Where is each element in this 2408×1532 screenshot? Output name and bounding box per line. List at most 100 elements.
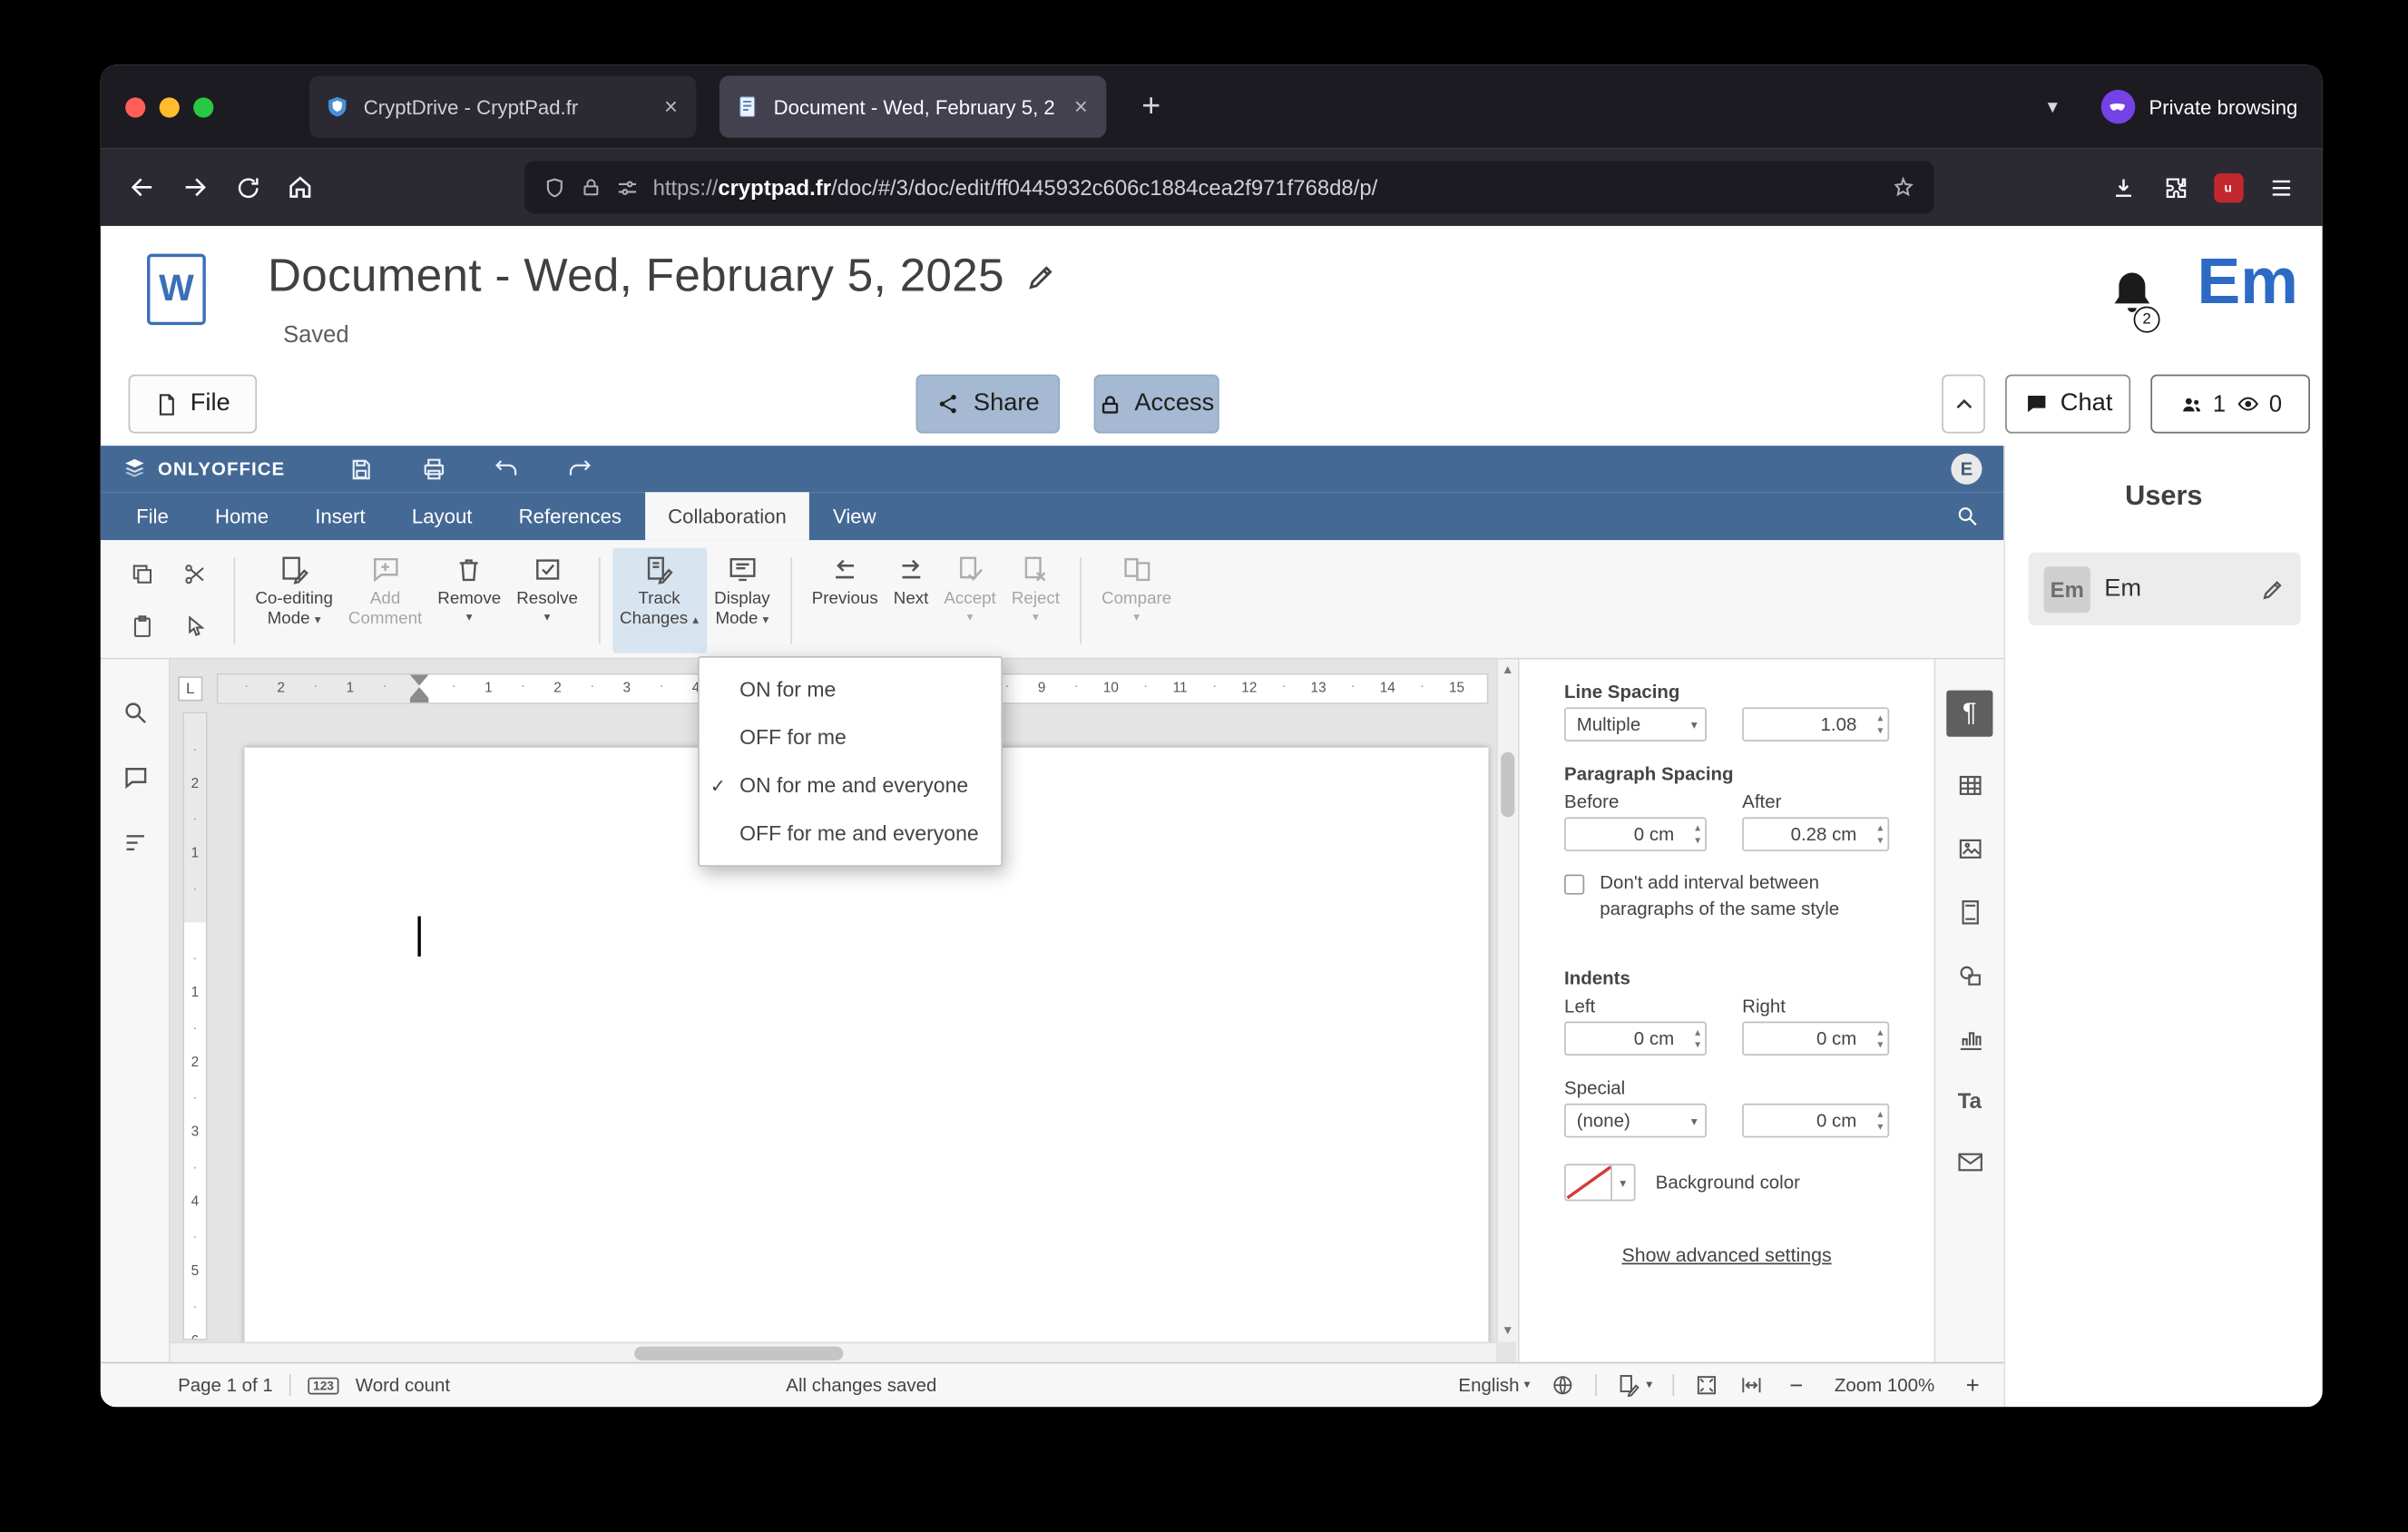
menu-item-off-for-me[interactable]: OFF for me: [700, 713, 1002, 761]
file-button[interactable]: File: [128, 374, 257, 434]
line-spacing-select[interactable]: Multiple ▾: [1564, 707, 1707, 741]
document-title[interactable]: Document - Wed, February 5, 2025: [268, 250, 1004, 303]
spin-up-icon[interactable]: ▴: [1877, 1027, 1883, 1040]
vertical-ruler[interactable]: 1 · 2 · · 1 · 2 · 3 · 4 · 5 · 6 ·: [182, 712, 208, 1340]
image-settings-icon[interactable]: [1955, 834, 1984, 863]
reload-icon[interactable]: [221, 161, 274, 213]
permissions-icon[interactable]: [616, 176, 640, 200]
editor-user-avatar[interactable]: E: [1951, 453, 1982, 485]
coediting-mode-button[interactable]: Co-editing Mode ▾: [248, 548, 341, 653]
extensions-icon[interactable]: [2149, 161, 2202, 213]
close-tab-icon[interactable]: ×: [1071, 92, 1091, 121]
fit-width-icon[interactable]: [1739, 1373, 1764, 1398]
edit-title-pencil-icon[interactable]: [1026, 261, 1057, 292]
page-indicator[interactable]: Page 1 of 1: [178, 1374, 273, 1396]
print-icon[interactable]: [406, 450, 459, 487]
special-select[interactable]: (none) ▾: [1564, 1103, 1707, 1138]
word-count-label[interactable]: Word count: [356, 1374, 450, 1396]
url-bar[interactable]: https://cryptpad.fr/doc/#/3/doc/edit/ff0…: [524, 161, 1934, 214]
tab-cryptdrive[interactable]: CryptDrive - CryptPad.fr ×: [309, 75, 697, 138]
zoom-in-button[interactable]: +: [1961, 1372, 1985, 1399]
background-color-picker[interactable]: ▾: [1564, 1164, 1636, 1202]
zoom-level[interactable]: Zoom 100%: [1829, 1374, 1941, 1396]
downloads-icon[interactable]: [2097, 161, 2149, 213]
spacing-after-spinner[interactable]: 0.28 cm ▴ ▾: [1742, 817, 1890, 851]
user-list-item[interactable]: Em Em: [2028, 552, 2301, 625]
left-indent-marker[interactable]: [409, 698, 429, 703]
comments-panel-icon[interactable]: [122, 764, 148, 791]
share-button[interactable]: Share: [915, 374, 1061, 434]
save-icon[interactable]: [334, 450, 387, 487]
vertical-scroll-thumb[interactable]: [1501, 751, 1515, 818]
line-spacing-spinner[interactable]: 1.08 ▴ ▾: [1742, 707, 1890, 741]
chart-settings-icon[interactable]: [1955, 1025, 1984, 1054]
hanging-indent-marker[interactable]: [409, 687, 429, 699]
spin-down-icon[interactable]: ▾: [1695, 836, 1700, 849]
adblock-icon[interactable]: u: [2202, 161, 2255, 213]
menu-icon[interactable]: [2255, 161, 2307, 213]
menu-item-off-for-everyone[interactable]: OFF for me and everyone: [700, 810, 1002, 858]
advanced-settings-link[interactable]: Show advanced settings: [1520, 1244, 1934, 1266]
paragraph-settings-icon[interactable]: ¶: [1946, 690, 1993, 737]
menu-tab-references[interactable]: References: [495, 492, 645, 540]
next-change-button[interactable]: Next: [886, 548, 936, 653]
menu-tab-collaboration[interactable]: Collaboration: [644, 492, 810, 541]
close-window-button[interactable]: [125, 96, 146, 117]
spin-down-icon[interactable]: ▾: [1877, 726, 1883, 739]
spin-up-icon[interactable]: ▴: [1877, 823, 1883, 836]
collapse-toolbar-button[interactable]: [1942, 374, 1985, 434]
scroll-up-arrow[interactable]: ▲: [1498, 661, 1516, 679]
reject-button[interactable]: Reject ▾: [1003, 548, 1067, 653]
menu-tab-home[interactable]: Home: [191, 492, 291, 540]
text-art-settings-icon[interactable]: Ta: [1958, 1088, 1982, 1113]
table-settings-icon[interactable]: [1955, 771, 1984, 800]
remove-button[interactable]: Remove ▾: [430, 548, 509, 653]
select-all-icon[interactable]: [169, 601, 221, 653]
undo-icon[interactable]: [480, 450, 533, 487]
scroll-down-arrow[interactable]: ▼: [1498, 1321, 1516, 1340]
zoom-out-button[interactable]: −: [1784, 1372, 1808, 1399]
previous-change-button[interactable]: Previous: [804, 548, 886, 653]
spin-down-icon[interactable]: ▾: [1877, 1122, 1883, 1134]
horizontal-scrollbar[interactable]: [170, 1341, 1497, 1362]
navigation-panel-icon[interactable]: [122, 830, 148, 856]
tab-document-active[interactable]: Document - Wed, February 5, 2 ×: [719, 75, 1107, 138]
menu-tab-view[interactable]: View: [809, 492, 899, 540]
language-select[interactable]: English ▾: [1458, 1374, 1530, 1396]
menu-tab-layout[interactable]: Layout: [388, 492, 495, 540]
special-amount-sp inner[interactable]: 0 cm ▴ ▾: [1742, 1103, 1890, 1138]
copy-icon[interactable]: [116, 548, 169, 601]
accept-button[interactable]: Accept ▾: [936, 548, 1003, 653]
paste-icon[interactable]: [116, 601, 169, 653]
spin-down-icon[interactable]: ▾: [1695, 1040, 1700, 1053]
spin-up-icon[interactable]: ▴: [1695, 823, 1700, 836]
presence-counts[interactable]: 1 0: [2150, 374, 2311, 434]
compare-button[interactable]: Compare ▾: [1094, 548, 1180, 653]
account-avatar[interactable]: Em: [2198, 244, 2298, 319]
find-icon[interactable]: [122, 700, 148, 726]
spin-up-icon[interactable]: ▴: [1695, 1027, 1700, 1040]
back-icon[interactable]: [116, 161, 169, 213]
spin-up-icon[interactable]: ▴: [1877, 1110, 1883, 1123]
menu-item-on-for-me[interactable]: ON for me: [700, 665, 1002, 713]
redo-icon[interactable]: [553, 450, 605, 487]
access-button[interactable]: Access: [1093, 374, 1219, 434]
home-icon[interactable]: [274, 161, 327, 213]
search-icon[interactable]: [1955, 505, 2003, 528]
spin-down-icon[interactable]: ▾: [1877, 836, 1883, 849]
lock-icon[interactable]: [580, 176, 602, 198]
edit-name-pencil-icon[interactable]: [2260, 576, 2285, 601]
new-tab-button[interactable]: +: [1128, 88, 1174, 125]
spacing-before-spinner[interactable]: 0 cm ▴ ▾: [1564, 817, 1707, 851]
cut-icon[interactable]: [169, 548, 221, 601]
chevron-down-icon[interactable]: ▾: [1610, 1165, 1634, 1200]
header-footer-settings-icon[interactable]: [1955, 898, 1984, 927]
list-tabs-chevron-icon[interactable]: ▾: [2048, 94, 2058, 119]
tracking-shield-icon[interactable]: [543, 176, 567, 200]
display-mode-button[interactable]: Display Mode ▾: [707, 548, 778, 653]
bookmark-star-icon[interactable]: [1891, 175, 1915, 200]
close-tab-icon[interactable]: ×: [661, 92, 681, 121]
indent-right-spinner[interactable]: 0 cm ▴ ▾: [1742, 1021, 1890, 1056]
add-comment-button[interactable]: Add Comment: [340, 548, 429, 653]
vertical-scrollbar[interactable]: ▲ ▼: [1496, 659, 1517, 1342]
